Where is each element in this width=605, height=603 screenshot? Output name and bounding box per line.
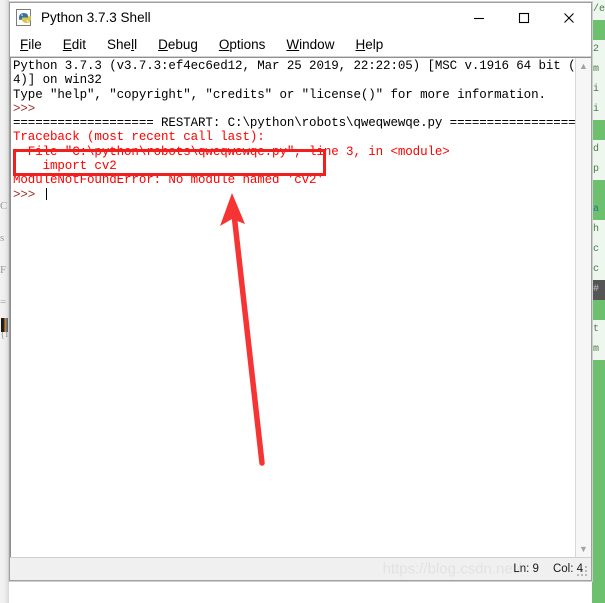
menu-item-file[interactable]: File (20, 37, 42, 52)
background-row (592, 180, 605, 200)
menu-bar: File Edit Shell Debug Options Window Help (10, 32, 591, 57)
shell-line: ModuleNotFoundError: No module named 'cv… (13, 173, 324, 188)
python-shell-window: Python 3.7.3 Shell File Edit Shell Debug Opt (9, 2, 592, 581)
window-controls (456, 3, 591, 32)
background-glyph: C (0, 200, 8, 212)
background-row (592, 300, 605, 320)
maximize-button[interactable] (501, 3, 546, 32)
window-title: Python 3.7.3 Shell (41, 10, 151, 25)
minimize-icon (473, 17, 484, 19)
watermark-text: https://blog.csdn.net/ (382, 560, 521, 578)
background-glyph: s (0, 232, 5, 244)
background-row: m (592, 340, 605, 360)
background-row: c (592, 240, 605, 260)
shell-line: >>> (13, 101, 43, 116)
scroll-down-icon[interactable]: ▼ (579, 544, 588, 554)
shell-line: import cv2 (13, 159, 117, 174)
background-row: p (592, 160, 605, 180)
background-row (592, 580, 605, 600)
background-row (592, 440, 605, 460)
background-row (592, 520, 605, 540)
background-row (592, 500, 605, 520)
background-row: i (592, 80, 605, 100)
background-glyph: = (0, 296, 7, 308)
background-row: # (592, 280, 605, 300)
menu-item-options[interactable]: Options (219, 37, 266, 52)
vertical-scrollbar[interactable]: ▲ ▼ (575, 58, 591, 557)
minimize-button[interactable] (456, 3, 501, 32)
shell-content-area: Python 3.7.3 (v3.7.3:ef4ec6ed12, Mar 25 … (10, 57, 591, 557)
status-bar: https://blog.csdn.net/ Ln: 9 Col: 4 (10, 557, 591, 580)
status-line-number: Ln: 9 (513, 563, 539, 575)
background-row: m (592, 60, 605, 80)
background-row: d (592, 140, 605, 160)
background-row: /e (592, 0, 605, 20)
background-row (592, 120, 605, 140)
maximize-icon (518, 12, 529, 23)
shell-line: 4)] on win32 (13, 73, 102, 88)
background-row (592, 540, 605, 560)
background-row (592, 480, 605, 500)
shell-line: Type "help", "copyright", "credits" or "… (13, 87, 546, 102)
menu-item-debug[interactable]: Debug (158, 37, 198, 52)
status-column-number: Col: 4 (552, 563, 583, 575)
shell-text-output[interactable]: Python 3.7.3 (v3.7.3:ef4ec6ed12, Mar 25 … (10, 58, 575, 557)
shell-line: >>> (13, 187, 575, 202)
background-row: i (592, 100, 605, 120)
menu-item-help[interactable]: Help (355, 37, 383, 52)
background-row: 2 (592, 40, 605, 60)
background-row: h (592, 220, 605, 240)
background-row (592, 380, 605, 400)
background-row (592, 460, 605, 480)
python-idle-icon (16, 8, 34, 27)
background-row (592, 560, 605, 580)
background-right-text-rows: /e 2 m i i d p a h c c # t m (592, 0, 605, 603)
menu-item-shell[interactable]: Shell (107, 37, 137, 52)
shell-line: =================== RESTART: C:\python\r… (13, 116, 575, 131)
background-row (592, 400, 605, 420)
background-row: c (592, 260, 605, 280)
close-icon (563, 12, 574, 23)
background-row (592, 360, 605, 380)
background-row (592, 20, 605, 40)
title-bar[interactable]: Python 3.7.3 Shell (10, 3, 591, 32)
menu-item-edit[interactable]: Edit (63, 37, 86, 52)
background-row (592, 420, 605, 440)
menu-item-window[interactable]: Window (286, 37, 334, 52)
background-row: a (593, 204, 600, 215)
background-glyph: F (0, 264, 7, 276)
scroll-up-icon[interactable]: ▲ (579, 61, 588, 71)
text-caret (45, 187, 47, 200)
background-row: t (592, 320, 605, 340)
shell-line: Traceback (most recent call last): (13, 130, 265, 145)
shell-line: Python 3.7.3 (v3.7.3:ef4ec6ed12, Mar 25 … (13, 59, 575, 73)
shell-line: File "C:\python\robots\qweqwewqe.py", li… (13, 144, 450, 159)
background-left-color-swatch (1, 318, 8, 332)
close-button[interactable] (546, 3, 591, 32)
